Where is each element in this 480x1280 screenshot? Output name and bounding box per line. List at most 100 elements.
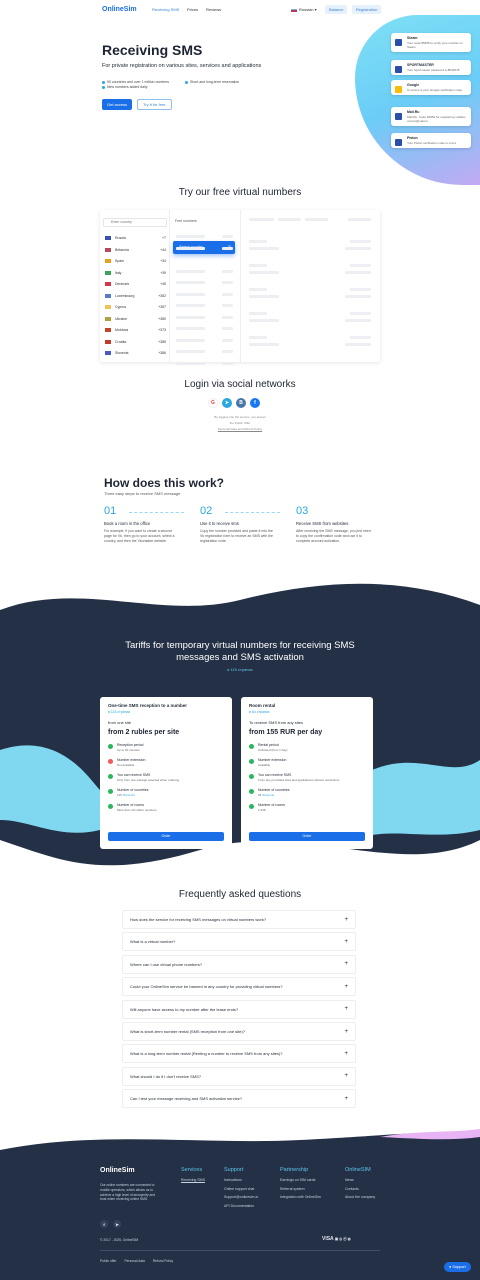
faq-item[interactable]: How does the service for receiving SMS m… bbox=[122, 910, 356, 929]
country-row[interactable]: Moldova +373 bbox=[100, 325, 169, 337]
plan-feature: Number of countries 64 Show list bbox=[249, 788, 365, 797]
tariffs-countries-link[interactable]: в 115 странах bbox=[0, 667, 480, 672]
social-terms: By logging into the service, you accept t… bbox=[214, 415, 266, 431]
country-row[interactable]: Spain +34 bbox=[100, 256, 169, 268]
vk-icon[interactable]: B bbox=[236, 398, 246, 408]
hero-subtitle: For private registration on various site… bbox=[102, 63, 262, 69]
footer-link[interactable]: Support@onlinesim.io bbox=[224, 1193, 258, 1202]
footer-column: Services Receiving SMS bbox=[181, 1167, 205, 1185]
flag-icon bbox=[105, 247, 111, 252]
numbers-widget: Russia+7Britannia+44Spain+34Italy+39Denm… bbox=[100, 210, 380, 365]
show-list-link[interactable]: Show list bbox=[123, 793, 135, 797]
social-title: Login via social networks bbox=[184, 379, 296, 390]
footer-link[interactable]: Referral system bbox=[280, 1185, 321, 1194]
country-row[interactable]: Denmark +45 bbox=[100, 279, 169, 291]
check-icon bbox=[249, 759, 254, 764]
flag-icon bbox=[105, 293, 111, 298]
get-access-button[interactable]: Get access bbox=[102, 99, 133, 110]
plus-icon: + bbox=[344, 983, 348, 990]
language-select[interactable]: Russian ▾ bbox=[291, 7, 317, 12]
copyright: © 2017 - 2025, OnlineSIM bbox=[100, 1238, 139, 1242]
step: 02 Use it to receive sms Copy the number p… bbox=[200, 505, 280, 544]
check-icon bbox=[249, 804, 254, 809]
footer-link[interactable]: Instructions bbox=[224, 1176, 258, 1185]
facebook-icon[interactable]: f bbox=[250, 398, 260, 408]
page-title: Receiving SMS bbox=[102, 42, 203, 58]
faq-item[interactable]: Could your OnlineSim service be banned i… bbox=[122, 977, 356, 997]
nav-reviews[interactable]: Reviews bbox=[206, 7, 221, 12]
app-icon bbox=[395, 113, 402, 120]
faq-item[interactable]: Will anyone have access to my number aft… bbox=[122, 999, 356, 1019]
faq-item[interactable]: Where can I use virtual phone numbers? + bbox=[122, 954, 356, 974]
footer-divider bbox=[100, 1250, 380, 1251]
footer-column: OnlineSIM News Contacts About the company bbox=[345, 1167, 375, 1202]
app-icon bbox=[395, 66, 402, 73]
country-row[interactable]: Luxembourg +352 bbox=[100, 290, 169, 302]
footer-link[interactable]: Online support chat bbox=[224, 1185, 258, 1194]
footer-link[interactable]: Receiving SMS bbox=[181, 1176, 205, 1185]
footer: OnlineSim Our online numbers are connect… bbox=[0, 1150, 480, 1280]
country-row[interactable]: Slovenia +386 bbox=[100, 348, 169, 360]
flag-icon bbox=[291, 7, 297, 12]
footer-link[interactable]: Contacts bbox=[345, 1185, 375, 1194]
how-title: How does this work? bbox=[104, 476, 225, 490]
plus-icon: + bbox=[344, 1095, 348, 1102]
check-icon bbox=[249, 744, 254, 749]
balance-button[interactable]: Balance bbox=[325, 5, 348, 14]
faq-item[interactable]: What is short-term number rental (SMS re… bbox=[122, 1022, 356, 1041]
nav-prices[interactable]: Prices bbox=[187, 7, 198, 12]
show-list-link[interactable]: Show list bbox=[262, 793, 274, 797]
footer-link[interactable]: News bbox=[345, 1176, 375, 1185]
notification-card: Piston Your Piston verification code is x… bbox=[391, 133, 471, 148]
footer-link[interactable]: Integration with OnlineSim bbox=[280, 1193, 321, 1202]
flag-icon bbox=[105, 316, 111, 321]
footer-bottom-link[interactable]: Refund Policy bbox=[153, 1257, 173, 1266]
country-row[interactable]: Cyprus +357 bbox=[100, 302, 169, 314]
flag-icon bbox=[105, 328, 111, 333]
footer-logo[interactable]: OnlineSim bbox=[100, 1167, 135, 1174]
footer-link[interactable]: About the company bbox=[345, 1193, 375, 1202]
nav-receiving-sms[interactable]: Receiving SMS bbox=[152, 7, 179, 12]
faq-item[interactable]: Can I test your message receiving and SM… bbox=[122, 1089, 356, 1109]
country-row[interactable]: Croatia +385 bbox=[100, 336, 169, 348]
country-row[interactable]: Russia +7 bbox=[100, 233, 169, 245]
footer-column: Partnership Earnings on SIM cards Referral… bbox=[280, 1167, 321, 1202]
support-chat-button[interactable]: ● Support bbox=[444, 1262, 471, 1272]
country-row[interactable]: Britannia +44 bbox=[100, 244, 169, 256]
plan-feature: Number of rooms 2 438 bbox=[249, 803, 365, 812]
footer-bottom-link[interactable]: Personal data bbox=[124, 1257, 144, 1266]
country-search-input[interactable] bbox=[103, 217, 167, 227]
faq-item[interactable]: What should I do if I don't receive SMS?… bbox=[122, 1066, 356, 1086]
logo[interactable]: OnlineSim bbox=[102, 6, 137, 13]
footer-column: Support Instructions Online support chat Su… bbox=[224, 1167, 258, 1210]
google-icon[interactable]: G bbox=[208, 398, 218, 408]
plan-feature: You can receive SMS From any permitted si… bbox=[249, 773, 365, 782]
social-buttons: G ➤ B f bbox=[208, 398, 260, 408]
footer-link[interactable]: Earnings on SIM cards bbox=[280, 1176, 321, 1185]
country-row[interactable]: Ukraine +380 bbox=[100, 313, 169, 325]
check-icon bbox=[108, 744, 113, 749]
registration-button[interactable]: Registration bbox=[352, 5, 382, 14]
country-row[interactable]: Italy +39 bbox=[100, 267, 169, 279]
faq-item[interactable]: What is a virtual number? + bbox=[122, 932, 356, 952]
facebook-icon[interactable]: f bbox=[100, 1220, 108, 1228]
hero-bullet: Short and long-term reservation bbox=[185, 80, 239, 84]
faq-item[interactable]: What is a long-term number rental (Renti… bbox=[122, 1044, 356, 1064]
footer-bottom-link[interactable]: Public offer bbox=[100, 1257, 116, 1266]
plan-feature: Number extension Not available bbox=[108, 758, 224, 767]
check-icon bbox=[249, 774, 254, 779]
telegram-icon[interactable]: ➤ bbox=[222, 398, 232, 408]
plan-card: One-time SMS reception to a number в 115 … bbox=[100, 697, 232, 849]
footer-link[interactable]: API Documentation bbox=[224, 1202, 258, 1211]
plus-icon: + bbox=[344, 1073, 348, 1080]
telegram-icon[interactable]: ➤ bbox=[113, 1220, 121, 1228]
plan-feature: Rental period Unlimited (from 1 day) bbox=[249, 743, 365, 752]
flag-icon bbox=[105, 305, 111, 310]
language-label: Russian bbox=[299, 7, 314, 12]
tariffs-title: Tariffs for temporary virtual numbers fo… bbox=[125, 640, 355, 663]
try-free-button[interactable]: Try it for free bbox=[137, 99, 172, 110]
order-button[interactable]: Order bbox=[249, 832, 365, 841]
step: 03 Receive SMS from websites After receivi… bbox=[296, 505, 371, 543]
order-button[interactable]: Order bbox=[108, 832, 224, 841]
notification-card: Steam Your code 85838 to verify your numb… bbox=[391, 33, 471, 52]
